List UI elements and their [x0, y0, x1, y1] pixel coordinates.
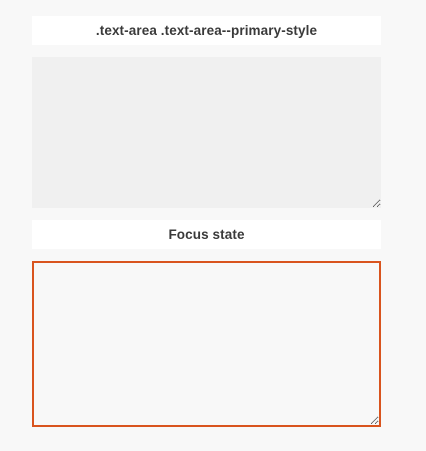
primary-style-textarea[interactable] [32, 57, 381, 208]
focus-state-label: Focus state [32, 220, 381, 249]
focus-state-textarea[interactable] [32, 261, 381, 427]
primary-style-label: .text-area .text-area--primary-style [32, 16, 381, 45]
